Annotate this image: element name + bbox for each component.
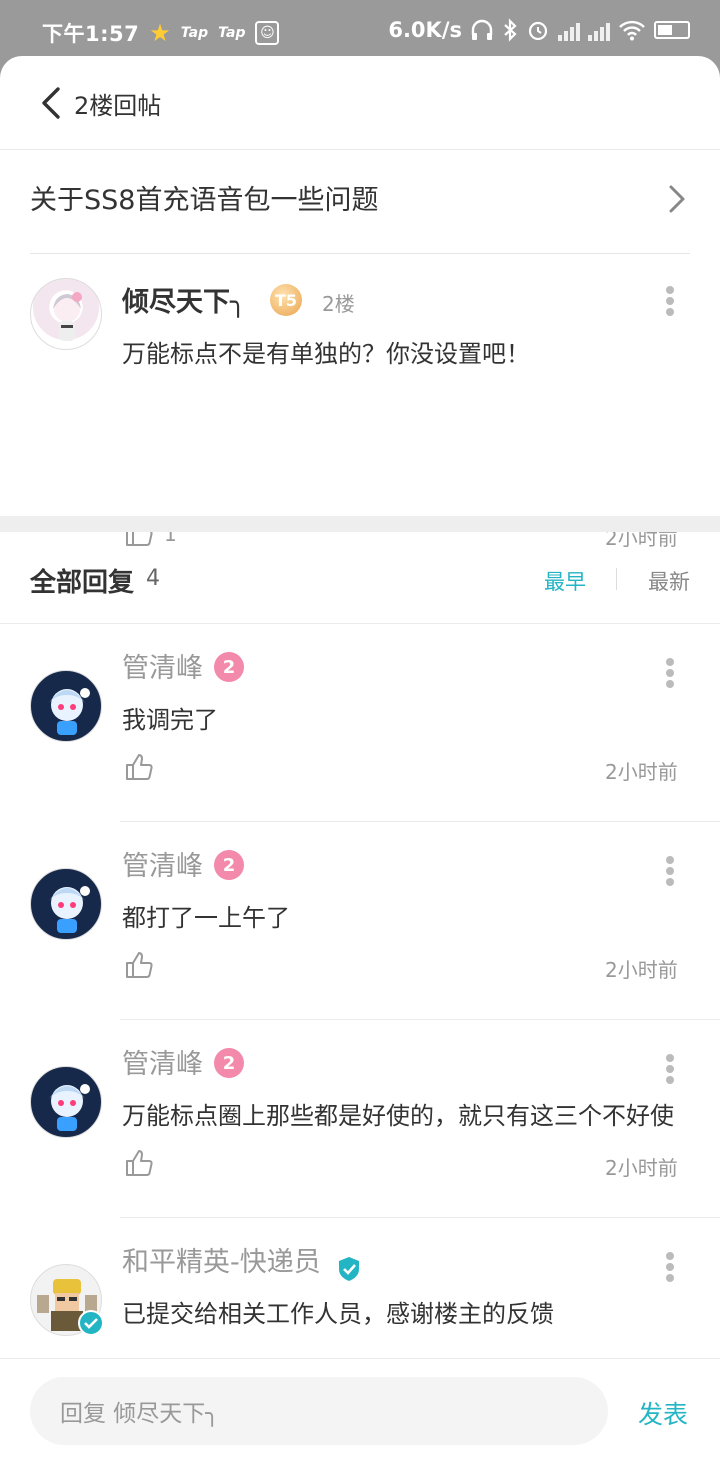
reply-bar: 回复 倾尽天下╮ 发表 [0, 1358, 720, 1464]
status-bar: 下午1:57 ★ Tap Tap ☺ 6.0K/s [0, 0, 720, 58]
reply-time: 2小时前 [605, 760, 678, 784]
signal-icon [588, 19, 610, 41]
level-badge: 2 [214, 1048, 244, 1078]
like-icon[interactable] [124, 752, 154, 782]
page-title: 2楼回帖 [74, 92, 162, 120]
reply-time: 2小时前 [605, 958, 678, 982]
like-icon[interactable] [124, 950, 154, 980]
floor-number: 2楼 [322, 292, 355, 316]
section-divider [0, 516, 720, 532]
avatar[interactable] [30, 670, 102, 742]
reply-username[interactable]: 管清峰 [122, 646, 203, 685]
more-icon[interactable] [665, 658, 675, 688]
floor-username[interactable]: 倾尽天下╮ [122, 280, 246, 319]
reply-content: 已提交给相关工作人员，感谢楼主的反馈 [122, 1300, 554, 1328]
level-badge: 2 [214, 652, 244, 682]
sort-newest-tab[interactable]: 最新 [648, 566, 690, 596]
avatar-anime-icon [49, 688, 90, 735]
more-icon[interactable] [665, 286, 675, 316]
more-icon[interactable] [665, 1252, 675, 1282]
like-icon[interactable] [124, 1148, 154, 1178]
reply-username[interactable]: 管清峰 [122, 844, 203, 883]
wifi-icon [619, 20, 645, 41]
back-icon[interactable] [38, 86, 64, 120]
reply-item: 管清峰 2 万能标点圈上那些都是好使的，就只有这三个不好使 2小时前 [0, 1020, 720, 1218]
reply-content: 都打了一上午了 [122, 904, 290, 932]
chevron-right-icon [669, 185, 685, 213]
status-left: 下午1:57 ★ Tap Tap ☺ [42, 18, 280, 48]
verified-icon [78, 1310, 104, 1336]
app-notification-icon: ☺ [255, 21, 280, 45]
reply-username[interactable]: 和平精英-快递员 [122, 1240, 321, 1279]
top-bar: 2楼回帖 [0, 56, 720, 150]
floor-post: 倾尽天下╮ T5 2楼 万能标点不是有单独的？你没设置吧！ 1 2小时前 [0, 254, 720, 550]
sort-earliest-tab[interactable]: 最早 [544, 566, 586, 596]
signal-icon [558, 19, 580, 41]
bluetooth-icon [504, 18, 517, 42]
send-button[interactable]: 发表 [638, 1395, 688, 1431]
level-badge: 2 [214, 850, 244, 880]
replies-title: 全部回复 [30, 568, 135, 598]
reply-content: 万能标点圈上那些都是好使的，就只有这三个不好使 [122, 1102, 674, 1130]
tap-app-icon: Tap [180, 25, 209, 41]
avatar-anime-icon [49, 886, 90, 933]
reply-content: 我调完了 [122, 706, 218, 734]
reply-time: 2小时前 [605, 1156, 678, 1180]
reply-sheet: 2楼回帖 关于SS8首充语音包一些问题 倾尽天下╮ T5 2楼 万能标点不是有单… [0, 56, 720, 1464]
avatar[interactable] [30, 1066, 102, 1138]
more-icon[interactable] [665, 1054, 675, 1084]
floor-content: 万能标点不是有单独的？你没设置吧！ [122, 340, 530, 368]
sort-divider [616, 568, 617, 590]
more-icon[interactable] [665, 856, 675, 886]
battery-icon [654, 21, 690, 39]
reply-input[interactable]: 回复 倾尽天下╮ [30, 1377, 608, 1445]
reply-item: 管清峰 2 都打了一上午了 2小时前 [0, 822, 720, 1020]
replies-count: 4 [146, 566, 160, 591]
avatar-girl-icon [53, 292, 82, 341]
avatar[interactable] [30, 868, 102, 940]
star-icon: ★ [149, 19, 171, 47]
verified-badge-icon [339, 1257, 359, 1281]
headphone-icon [471, 19, 493, 40]
status-time: 下午1:57 [42, 22, 140, 46]
tap-app-icon: Tap [218, 25, 246, 41]
status-right: 6.0K/s [388, 18, 690, 42]
replies-header: 全部回复 4 最早 最新 [0, 532, 720, 624]
avatar[interactable] [30, 278, 102, 350]
reply-username[interactable]: 管清峰 [122, 1042, 203, 1081]
original-post-link[interactable]: 关于SS8首充语音包一些问题 [30, 150, 690, 254]
avatar-anime-icon [49, 1084, 90, 1131]
network-speed: 6.0K/s [388, 18, 462, 42]
medal-icon: T5 [270, 284, 302, 316]
reply-item: 管清峰 2 我调完了 2小时前 [0, 624, 720, 822]
post-title: 关于SS8首充语音包一些问题 [30, 185, 379, 216]
alarm-icon [528, 21, 548, 41]
